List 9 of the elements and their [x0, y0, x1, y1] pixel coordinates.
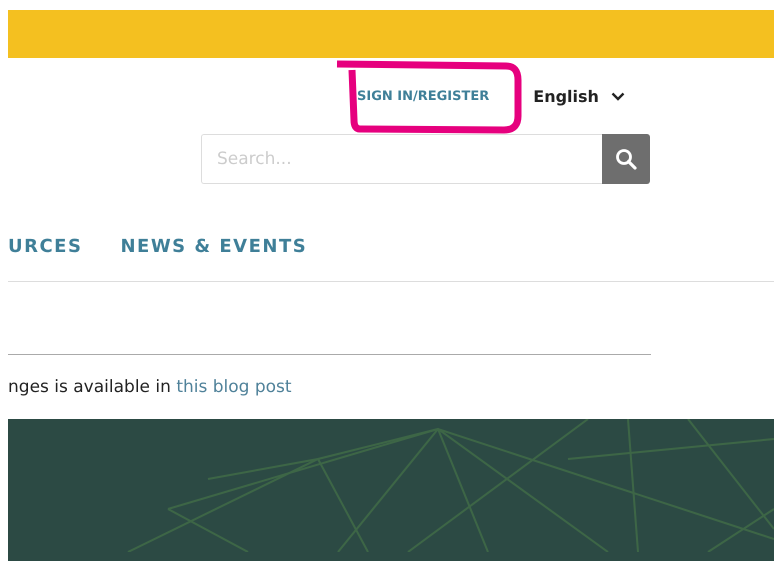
nav-link[interactable]: URCES — [8, 236, 82, 257]
sign-in-link[interactable]: SIGN IN/REGISTER — [357, 88, 490, 104]
blog-post-link[interactable]: this blog post — [176, 377, 292, 397]
notice-text: nges is available in this blog post — [8, 376, 293, 399]
search-icon — [615, 148, 637, 170]
nav-link[interactable]: NEWS & EVENTS — [120, 236, 308, 257]
language-selector[interactable]: English — [533, 86, 625, 106]
chevron-down-icon — [610, 92, 625, 100]
search-button[interactable] — [602, 134, 650, 184]
